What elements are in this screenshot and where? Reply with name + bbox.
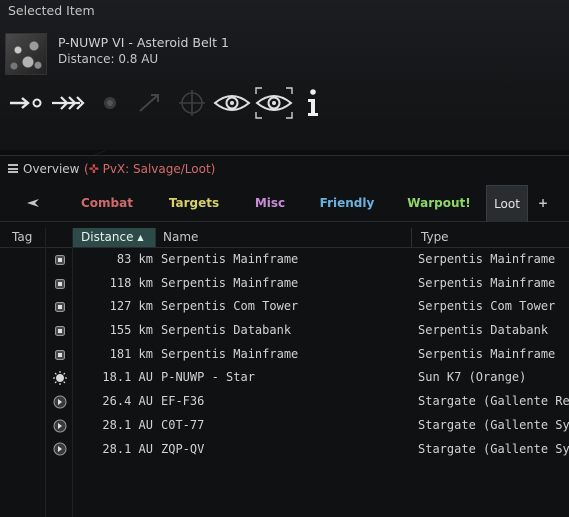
row-distance: 28.1 AU [102,441,153,456]
row-name: Serpentis Databank [161,323,292,338]
tab-friendly[interactable]: Friendly [312,185,382,221]
row-type: Serpentis Com Tower [418,299,556,314]
wreck-icon [53,272,67,296]
table-row[interactable]: 181 km Serpentis Mainframe Serpentis Mainf… [0,343,569,367]
column-separator [411,228,412,247]
row-name: Serpentis Mainframe [161,346,299,361]
row-distance: 28.1 AU [102,417,153,432]
row-name: Serpentis Mainframe [161,252,299,266]
wreck-icon [53,295,67,319]
selected-item-name: P-NUWP VI - Asteroid Belt 1 [58,35,229,50]
overview-tabs: Combat Targets Misc Friendly Warpout! Lo… [0,185,569,222]
table-row[interactable]: 83 km Serpentis Mainframe Serpentis Mainfr… [0,248,569,272]
overview-panel: Overview (✜ PvX: Salvage/Loot) Combat Ta… [0,155,569,517]
wreck-icon [53,343,67,367]
table-row[interactable]: 118 km Serpentis Mainframe Serpentis Mainf… [0,272,569,296]
table-row[interactable]: 18.1 AU P-NUWP - Star Sun K7 (Orange) [0,366,569,390]
column-tag[interactable]: Tag [12,228,67,247]
row-type: Stargate (Gallente Regi [418,394,569,409]
asteroid-belt-thumbnail [5,33,47,75]
row-distance: 26.4 AU [102,394,153,409]
tab-combat[interactable]: Combat [72,185,142,221]
approach-button[interactable] [8,86,44,120]
overview-rows: 83 km Serpentis Mainframe Serpentis Mainfr… [0,248,569,461]
row-name: P-NUWP - Star [161,370,255,385]
row-distance: 18.1 AU [102,370,153,385]
show-info-icon [308,89,318,116]
look-at-icon [213,95,251,111]
column-headers: Tag Distance ▲ Name Type [0,228,569,248]
wreck-icon [53,319,67,343]
tab-loot[interactable]: Loot [486,185,528,222]
jump-button[interactable] [134,86,166,120]
row-name: C0T-77 [161,417,205,432]
sun-icon [53,366,67,390]
overview-header: Overview (✜ PvX: Salvage/Loot) [0,156,569,184]
orbit-button[interactable] [96,86,124,120]
overview-title: Overview [23,162,80,176]
preset-icon: ✜ [88,162,99,176]
orbit-icon [104,97,116,109]
jump-icon [139,94,159,112]
sort-ascending-icon: ▲ [137,233,144,242]
row-name: ZQP-QV [161,441,205,456]
row-type: Serpentis Mainframe [418,346,556,361]
row-distance: 118 km [109,275,153,290]
column-distance[interactable]: Distance ▲ [73,228,155,247]
table-row[interactable]: 155 km Serpentis Databank Serpentis Databa… [0,319,569,343]
selected-item-distance: Distance: 0.8 AU [58,52,159,66]
overview-preset[interactable]: (✜ PvX: Salvage/Loot) [84,162,215,176]
look-at-selected-icon [255,87,293,119]
column-name[interactable]: Name [163,228,403,247]
table-row[interactable]: 28.1 AU C0T-77 Stargate (Gallente Syst [0,414,569,438]
table-row[interactable]: 28.1 AU ZQP-QV Stargate (Gallente Syst [0,438,569,462]
column-distance-label: Distance [81,230,134,244]
selected-item-title: Selected Item [8,3,95,18]
row-distance: 83 km [116,252,153,266]
warp-to-icon [52,96,85,110]
warp-to-button[interactable] [50,86,88,120]
stargate-icon [53,390,67,414]
column-separator [155,228,156,247]
row-type: Stargate (Gallente Syst [418,441,569,456]
add-tab-button[interactable]: + [532,185,554,221]
menu-icon[interactable] [8,164,18,173]
selected-item-panel: Selected Item P-NUWP VI - Asteroid Belt … [0,0,569,150]
look-at-button[interactable] [212,86,252,120]
row-type: Serpentis Mainframe [418,252,556,266]
tab-warpout[interactable]: Warpout! [400,185,478,221]
tab-misc[interactable]: Misc [240,185,300,221]
row-name: EF-F36 [161,394,205,409]
wreck-icon [53,248,67,272]
row-distance: 181 km [109,346,153,361]
tab-targets[interactable]: Targets [160,185,228,221]
row-type: Stargate (Gallente Syst [418,417,569,432]
look-at-selected-button[interactable] [254,86,294,120]
table-row[interactable]: 26.4 AU EF-F36 Stargate (Gallente Regi [0,390,569,414]
row-distance: 155 km [109,323,153,338]
column-type[interactable]: Type [421,228,561,247]
lock-target-icon [179,90,205,116]
row-type: Serpentis Mainframe [418,275,556,290]
row-type: Serpentis Databank [418,323,549,338]
row-name: Serpentis Mainframe [161,275,299,290]
row-name: Serpentis Com Tower [161,299,299,314]
row-type: Sun K7 (Orange) [418,370,527,385]
row-distance: 127 km [109,299,153,314]
show-info-button[interactable] [300,86,326,120]
stargate-icon [53,414,67,438]
table-row[interactable]: 127 km Serpentis Com Tower Serpentis Com T… [0,295,569,319]
approach-icon [10,97,42,109]
ship-icon [27,199,39,207]
tab-ships[interactable] [14,185,52,221]
preset-name: PvX: Salvage/Loot [102,162,211,176]
stargate-icon [53,438,67,462]
lock-target-button[interactable] [174,86,210,120]
